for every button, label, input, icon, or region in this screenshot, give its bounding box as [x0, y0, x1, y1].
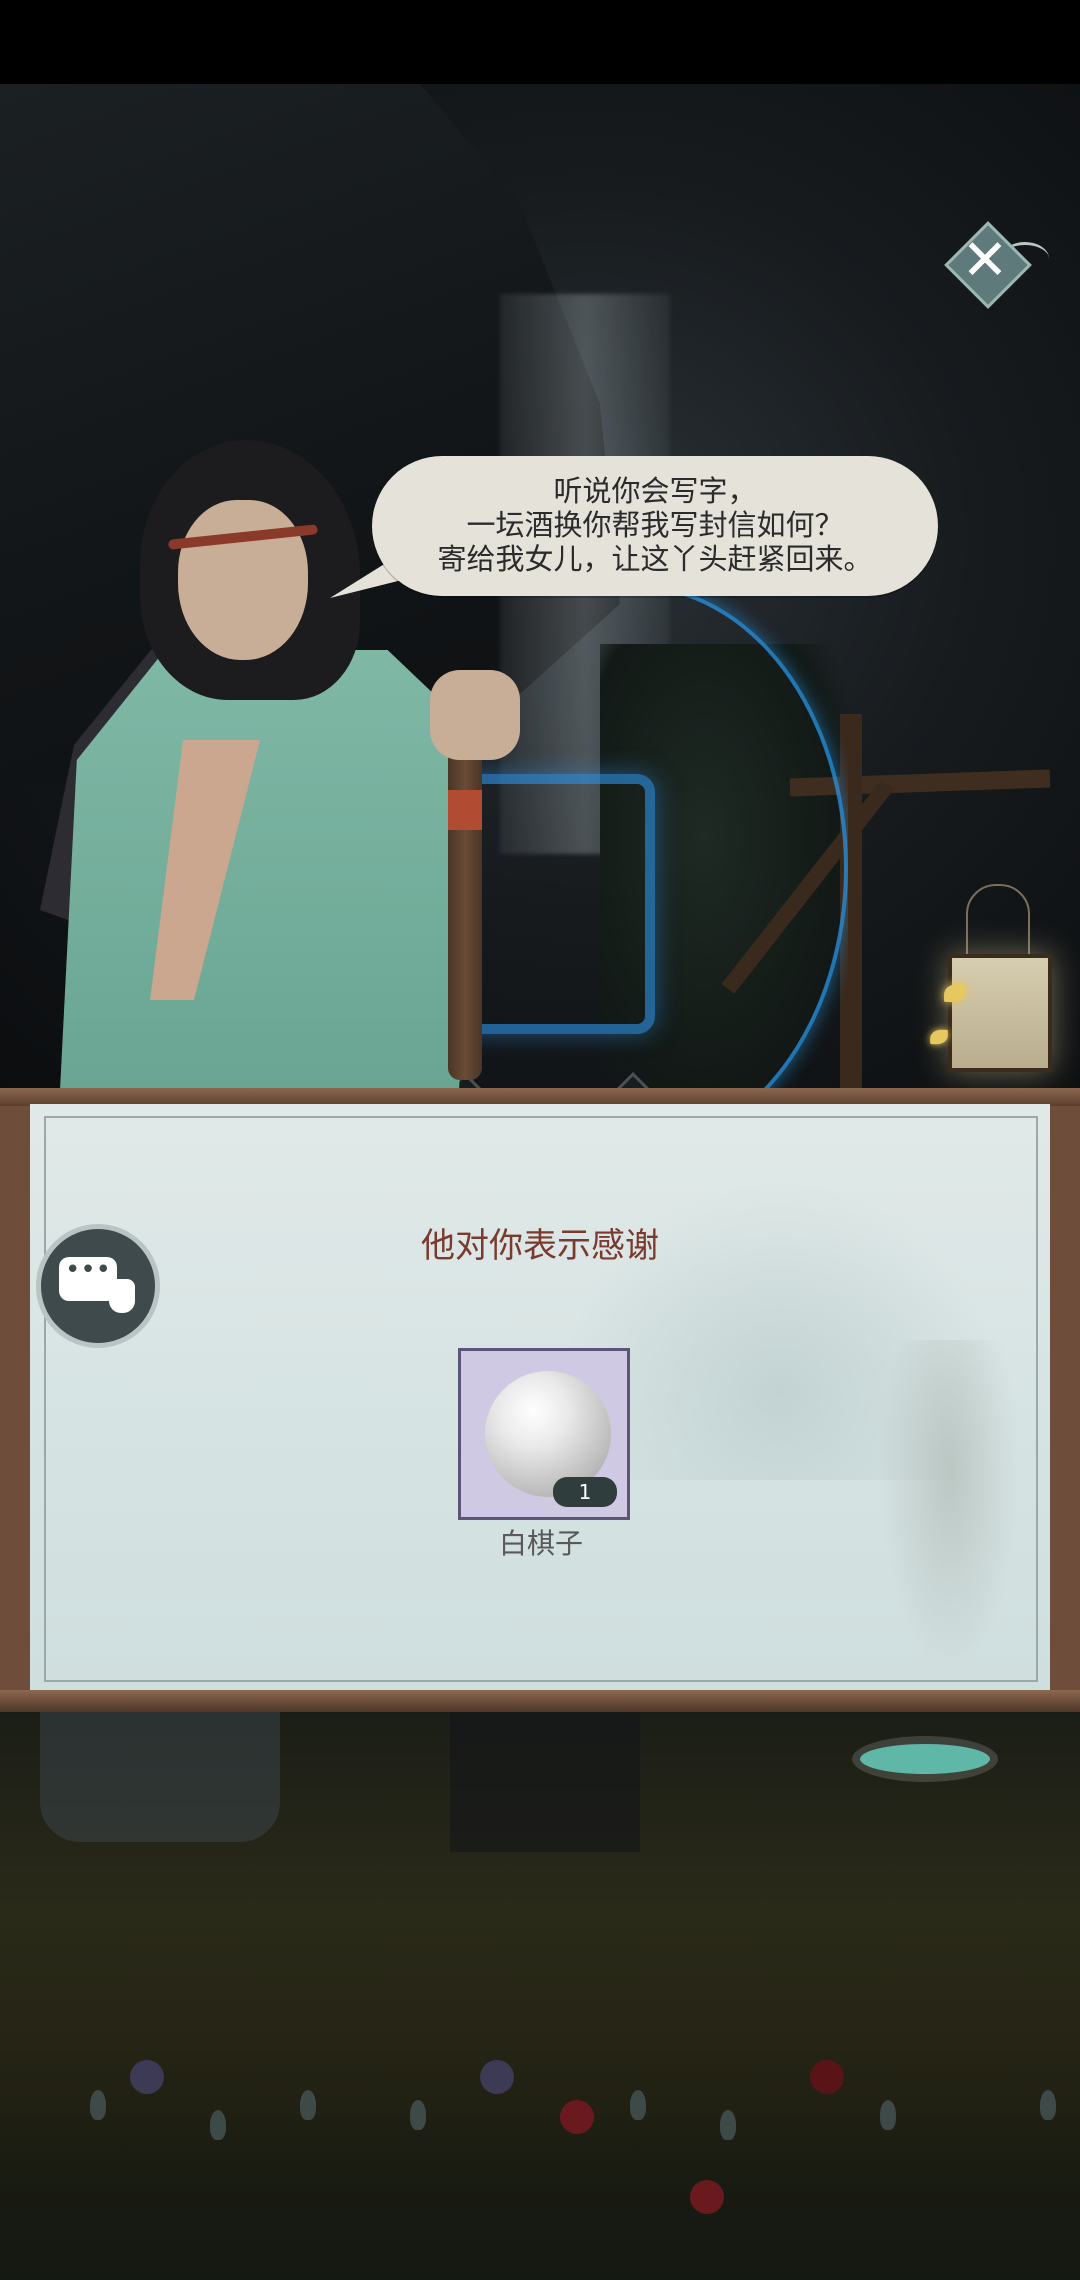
character-hand	[430, 670, 520, 760]
flower-bud	[630, 2090, 646, 2120]
flower-bud	[410, 2100, 426, 2130]
reflection-shape	[450, 1712, 640, 1852]
reflection-shape	[40, 1712, 280, 1842]
flower-bud	[880, 2100, 896, 2130]
chat-dots: •••	[64, 1255, 111, 1285]
lantern	[948, 954, 1052, 1072]
dialogue-text: 听说你会写字， 一坛酒换你帮我写封信如何？ 寄给我女儿，让这丫头赶紧回来。	[372, 474, 938, 576]
red-flower	[690, 2180, 724, 2214]
flower-bud	[90, 2090, 106, 2120]
dialogue-line: 一坛酒换你帮我写封信如何？	[466, 508, 844, 542]
dialogue-line: 寄给我女儿，让这丫头赶紧回来。	[437, 542, 873, 576]
reward-item-slot[interactable]: 1	[458, 1348, 630, 1520]
flower-bud	[1040, 2090, 1056, 2120]
close-button[interactable]: ✕	[944, 221, 1049, 309]
hanging-cage	[966, 884, 1030, 958]
item-quantity-badge: 1	[553, 1477, 617, 1507]
flower-bud	[300, 2090, 316, 2120]
status-bar	[0, 0, 1080, 84]
red-flower	[810, 2060, 844, 2094]
character-robe	[60, 650, 480, 1090]
wine-jug-icon	[109, 1279, 135, 1313]
lily-pad	[860, 1744, 990, 1774]
staff-grip	[448, 790, 482, 830]
red-flower	[560, 2100, 594, 2134]
close-x-icon: ✕	[961, 228, 1009, 293]
purple-flower	[480, 2060, 514, 2094]
flower-bud	[720, 2110, 736, 2140]
panel-frame-bottom	[0, 1690, 1080, 1712]
dialogue-line: 听说你会写字，	[553, 474, 757, 508]
reward-title: 他对你表示感谢	[421, 1226, 659, 1266]
flower-foreground	[0, 2030, 1080, 2280]
purple-flower	[130, 2060, 164, 2094]
chat-button[interactable]: •••	[36, 1224, 160, 1348]
flower-bud	[210, 2110, 226, 2140]
character-face	[178, 500, 308, 660]
reward-item-name: 白棋子	[498, 1527, 583, 1560]
butterfly-icon	[930, 1029, 948, 1045]
